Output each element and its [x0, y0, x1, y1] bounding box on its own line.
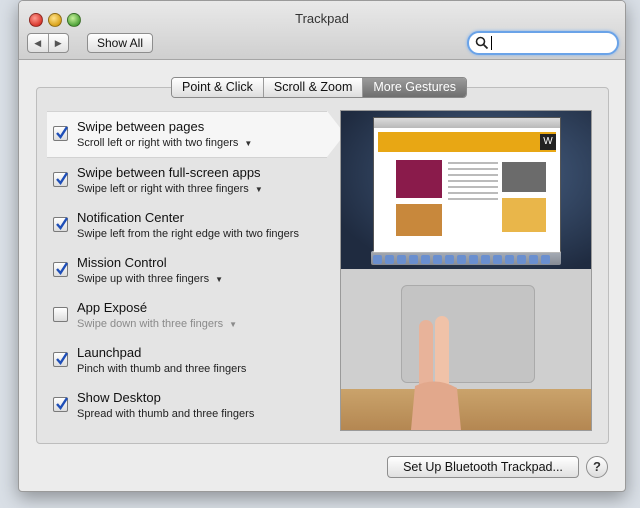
gesture-mission-control[interactable]: Mission Control Swipe up with three fing… — [47, 248, 327, 293]
checkmark-icon — [56, 352, 69, 365]
dock-app-icon — [493, 255, 502, 264]
web-banner-image — [378, 132, 556, 152]
checkmark-icon — [56, 397, 69, 410]
gesture-subtitle: Pinch with thumb and three fingers — [77, 363, 247, 375]
gesture-swipe-between-pages[interactable]: Swipe between pages Scroll left or right… — [47, 111, 345, 158]
dock-image — [371, 251, 561, 265]
gesture-subtitle: Swipe left or right with three fingers — [77, 183, 249, 195]
web-sidebar-ad-1 — [502, 162, 546, 192]
popup-arrow-icon: ▼ — [215, 274, 223, 284]
tab-scroll-zoom[interactable]: Scroll & Zoom — [262, 78, 363, 97]
dock-app-icon — [421, 255, 430, 264]
checkbox-swipe-full-screen-apps[interactable] — [53, 172, 69, 187]
dock-app-icon — [457, 255, 466, 264]
gesture-title: Swipe between pages — [77, 119, 205, 134]
logo-w-image: W — [540, 134, 556, 150]
gesture-option-popup[interactable]: Swipe up with three fingers ▼ — [77, 273, 223, 285]
dock-app-icon — [433, 255, 442, 264]
checkbox-show-desktop[interactable] — [53, 397, 69, 412]
gesture-show-desktop[interactable]: Show Desktop Spread with thumb and three… — [47, 383, 327, 428]
gesture-title: Launchpad — [77, 345, 142, 360]
gesture-list: Swipe between pages Scroll left or right… — [47, 111, 345, 428]
text-caret — [491, 36, 492, 50]
checkmark-icon — [56, 172, 69, 185]
dock-app-icon — [385, 255, 394, 264]
gesture-title: Swipe between full-screen apps — [77, 165, 261, 180]
checkbox-notification-center[interactable] — [53, 217, 69, 232]
gesture-option-popup[interactable]: Swipe left or right with three fingers ▼ — [77, 183, 263, 195]
web-sidebar-ad-2 — [502, 198, 546, 232]
web-photo-2 — [396, 204, 442, 236]
desktop-image: W — [341, 111, 591, 269]
gesture-notification-center[interactable]: Notification Center Swipe left from the … — [47, 203, 327, 248]
gesture-subtitle: Swipe down with three fingers — [77, 318, 224, 330]
gestures-panel: Swipe between pages Scroll left or right… — [36, 87, 609, 444]
popup-arrow-icon: ▼ — [254, 184, 263, 194]
checkbox-swipe-between-pages[interactable] — [53, 126, 69, 141]
browser-window-image: W — [373, 117, 561, 253]
gesture-subtitle: Scroll left or right with two fingers — [77, 137, 239, 149]
gesture-app-expose[interactable]: App Exposé Swipe down with three fingers… — [47, 293, 327, 338]
gesture-title: Show Desktop — [77, 390, 161, 405]
trackpad-window: Trackpad ◀ ▶ Show All Point & Click Scro… — [18, 0, 626, 492]
back-forward-control: ◀ ▶ — [27, 33, 69, 53]
gesture-title: Mission Control — [77, 255, 167, 270]
show-all-button[interactable]: Show All — [87, 33, 153, 53]
gesture-option-popup[interactable]: Scroll left or right with two fingers ▼ — [77, 137, 252, 149]
popup-arrow-icon: ▼ — [244, 138, 253, 148]
title-bar: Trackpad ◀ ▶ Show All — [19, 1, 625, 60]
dock-app-icon — [541, 255, 550, 264]
dock-app-icon — [517, 255, 526, 264]
dock-app-icon — [445, 255, 454, 264]
checkbox-app-expose[interactable] — [53, 307, 68, 322]
checkbox-launchpad[interactable] — [53, 352, 69, 367]
laptop-surface-image — [341, 269, 591, 389]
search-field[interactable] — [467, 31, 619, 55]
tab-more-gestures[interactable]: More Gestures — [362, 78, 467, 97]
dock-app-icon — [373, 255, 382, 264]
dock-app-icon — [481, 255, 490, 264]
dock-app-icon — [529, 255, 538, 264]
web-text-lines — [448, 162, 498, 204]
dock-app-icon — [469, 255, 478, 264]
checkbox-mission-control[interactable] — [53, 262, 69, 277]
gesture-subtitle: Swipe up with three fingers — [77, 273, 210, 285]
dock-app-icon — [409, 255, 418, 264]
tab-bar: Point & Click Scroll & Zoom More Gesture… — [171, 77, 468, 98]
window-title: Trackpad — [295, 11, 349, 26]
help-button[interactable]: ? — [586, 456, 608, 478]
gesture-title: Notification Center — [77, 210, 184, 225]
gesture-title: App Exposé — [77, 300, 148, 315]
gesture-swipe-full-screen-apps[interactable]: Swipe between full-screen apps Swipe lef… — [47, 158, 327, 203]
checkmark-icon — [56, 262, 69, 275]
setup-bluetooth-trackpad-button[interactable]: Set Up Bluetooth Trackpad... — [387, 456, 579, 478]
browser-toolbar-image — [374, 118, 560, 128]
dock-app-icon — [505, 255, 514, 264]
checkmark-icon — [56, 126, 69, 139]
tab-point-click[interactable]: Point & Click — [172, 78, 263, 97]
dock-app-icon — [397, 255, 406, 264]
two-finger-hand-icon — [411, 316, 461, 430]
back-button[interactable]: ◀ — [28, 34, 48, 52]
gesture-subtitle: Swipe left from the right edge with two … — [77, 228, 299, 240]
forward-button[interactable]: ▶ — [47, 34, 69, 52]
search-icon — [475, 36, 489, 50]
web-photo-1 — [396, 160, 442, 198]
checkmark-icon — [56, 217, 69, 230]
gesture-option-popup: Swipe down with three fingers ▼ — [77, 318, 237, 330]
gesture-preview-video: W — [340, 110, 592, 431]
popup-arrow-icon: ▼ — [229, 319, 238, 329]
gesture-launchpad[interactable]: Launchpad Pinch with thumb and three fin… — [47, 338, 327, 383]
gesture-subtitle: Spread with thumb and three fingers — [77, 408, 255, 420]
desk-surface-image — [341, 389, 591, 430]
